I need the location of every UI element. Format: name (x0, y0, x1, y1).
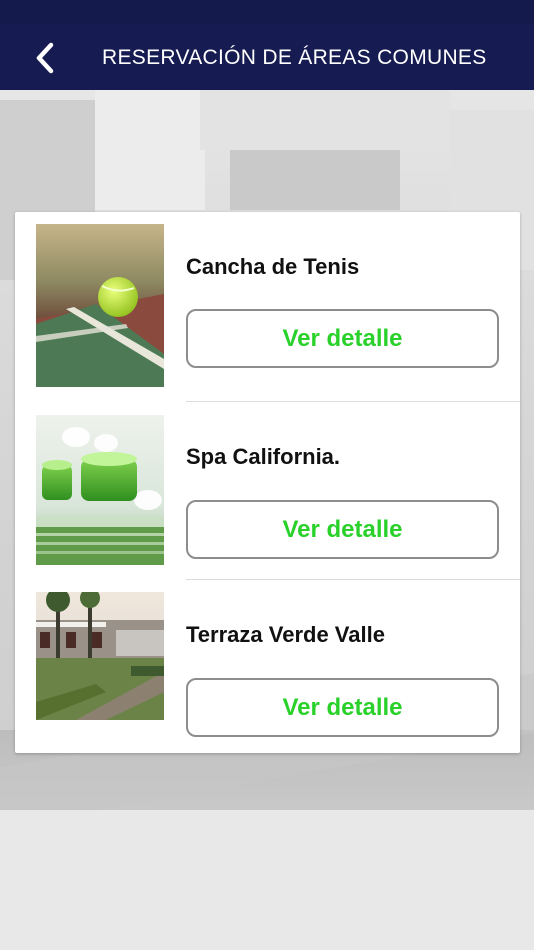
list-item-spa: Spa California. Ver detalle (15, 402, 520, 580)
ver-detalle-button[interactable]: Ver detalle (186, 309, 499, 368)
area-name: Spa California. (186, 444, 341, 469)
ver-detalle-button[interactable]: Ver detalle (186, 500, 499, 559)
areas-list-card: Cancha de Tenis Ver detalle Spa Californ… (15, 212, 520, 753)
status-bar (0, 0, 534, 24)
ver-detalle-button[interactable]: Ver detalle (186, 678, 499, 737)
back-button[interactable] (30, 42, 60, 74)
spa-image (36, 415, 164, 565)
terrace-image (36, 592, 164, 720)
area-name: Terraza Verde Valle (186, 622, 385, 647)
page-title: RESERVACIÓN DE ÁREAS COMUNES (102, 46, 487, 69)
list-item-tennis: Cancha de Tenis Ver detalle (15, 212, 520, 402)
area-name: Cancha de Tenis (186, 254, 360, 279)
tennis-court-image (36, 224, 164, 387)
chevron-left-icon (36, 42, 54, 74)
list-item-terrace: Terraza Verde Valle Ver detalle (15, 580, 520, 753)
navigation-bar: RESERVACIÓN DE ÁREAS COMUNES (0, 24, 534, 90)
